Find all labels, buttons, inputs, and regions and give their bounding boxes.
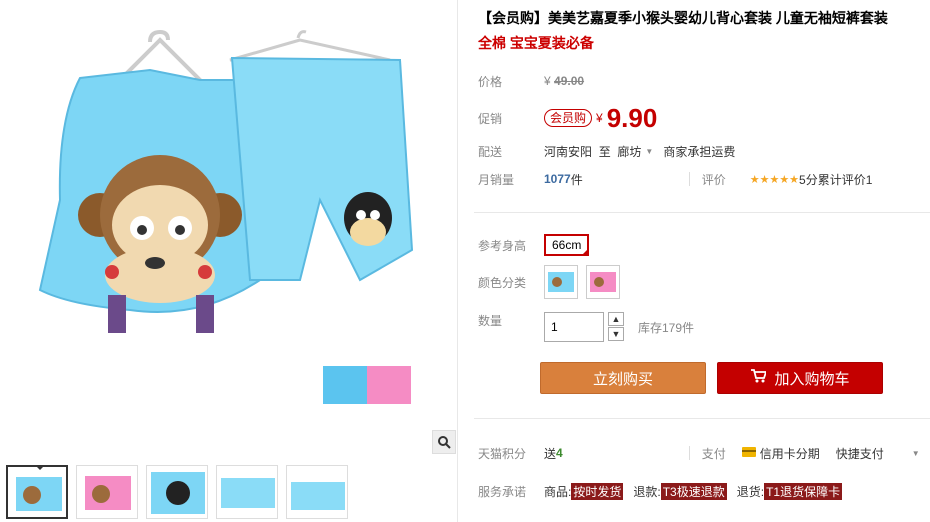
quick-pay[interactable]: 快捷支付: [836, 445, 884, 462]
review-label: 评价: [701, 172, 726, 187]
main-product-image[interactable]: [0, 0, 458, 458]
thumbnail-2[interactable]: [76, 465, 138, 519]
promo-row: 促销 会员购 ¥ 9.90: [478, 102, 658, 133]
product-title: 【会员购】美美艺嘉夏季小猴头婴幼儿背心套装 儿童无袖短裤套装: [478, 10, 888, 26]
service-row: 服务承诺 商品: 按时发货 退款: T3极速退款 退货: T1退货保障卡: [478, 480, 843, 502]
color-option-blue[interactable]: [544, 265, 578, 299]
service-return-label: 退货:: [736, 484, 765, 499]
sales-row: 月销量 1077 件 评价 ★★★★★ 5分 累计评价1: [478, 168, 872, 190]
thumbnail-3[interactable]: [146, 465, 208, 519]
points-send: 送: [544, 446, 557, 461]
color-row: 颜色分类: [478, 264, 628, 300]
cart-icon: [750, 369, 768, 387]
stock-text: 库存179件: [638, 320, 695, 335]
quantity-input[interactable]: [544, 312, 604, 342]
credit-installment[interactable]: 信用卡分期: [760, 445, 820, 462]
shipping-row: 配送 河南安阳 至 廊坊 ▼ 商家承担运费: [478, 140, 735, 162]
points-value: 4: [556, 446, 563, 460]
size-option-selected[interactable]: 66cm: [544, 234, 590, 256]
service-refund-label: 退款:: [633, 484, 661, 499]
sales-unit: 件: [570, 172, 583, 187]
shipping-label: 配送: [478, 144, 503, 159]
thumbnail-strip: [0, 462, 458, 522]
member-badge: 会员购: [544, 109, 593, 127]
points-row: 天猫积分 送 4 支付 信用卡分期 快捷支付 ▼: [478, 442, 920, 464]
promo-currency: ¥: [596, 111, 603, 125]
sales-count: 1077: [544, 172, 571, 186]
promo-price: 9.90: [606, 102, 658, 133]
quantity-down-button[interactable]: ▼: [608, 327, 624, 341]
dropdown-icon[interactable]: ▼: [645, 147, 653, 156]
original-price: 49.00: [554, 74, 585, 88]
color-option-pink[interactable]: [586, 265, 620, 299]
thumbnail-5[interactable]: [286, 465, 348, 519]
service-goods-tag[interactable]: 按时发货: [571, 482, 624, 500]
thumbnail-1[interactable]: [6, 465, 68, 519]
ship-to-select[interactable]: 廊坊: [617, 143, 641, 160]
sales-label: 月销量: [478, 172, 515, 187]
service-label: 服务承诺: [478, 484, 527, 499]
service-refund-tag[interactable]: T3极速退款: [660, 482, 727, 500]
divider: [474, 212, 930, 213]
add-to-cart-button[interactable]: 加入购物车: [717, 362, 883, 394]
price-row: 价格 ¥ 49.00: [478, 70, 584, 92]
price-label: 价格: [478, 74, 503, 89]
rating-value: 5分: [799, 172, 818, 187]
divider: [474, 418, 930, 419]
promo-label: 促销: [478, 111, 503, 126]
buy-now-label: 立刻购买: [592, 370, 653, 388]
pay-label: 支付: [701, 446, 726, 461]
product-subtitle: 全棉 宝宝夏装必备: [478, 35, 594, 51]
color-label: 颜色分类: [478, 275, 527, 290]
ship-from: 河南安阳: [544, 144, 593, 159]
quantity-stepper: ▲ ▼: [608, 312, 624, 342]
rating-stars: ★★★★★: [749, 173, 800, 186]
quantity-up-button[interactable]: ▲: [608, 312, 624, 326]
buy-now-button[interactable]: 立刻购买: [540, 362, 706, 394]
card-icon: [741, 446, 756, 460]
points-label: 天猫积分: [478, 446, 527, 461]
size-label: 参考身高: [478, 238, 527, 253]
shipping-note: 商家承担运费: [663, 144, 736, 159]
service-goods-label: 商品:: [544, 484, 572, 499]
review-count[interactable]: 累计评价1: [818, 171, 873, 188]
product-gallery: [0, 0, 458, 522]
zoom-icon[interactable]: [432, 430, 456, 454]
pay-dropdown-icon[interactable]: ▼: [912, 449, 920, 458]
add-to-cart-label: 加入购物车: [774, 370, 850, 388]
quantity-row: 数量 ▲ ▼ 库存179件: [478, 310, 694, 344]
product-details: 【会员购】美美艺嘉夏季小猴头婴幼儿背心套装 儿童无袖短裤套装 全棉 宝宝夏装必备…: [474, 0, 930, 522]
ship-to-word: 至: [598, 144, 611, 159]
thumbnail-4[interactable]: [216, 465, 278, 519]
service-return-tag[interactable]: T1退货保障卡: [764, 482, 843, 500]
quantity-label: 数量: [478, 314, 503, 328]
price-currency: ¥: [544, 74, 551, 88]
size-row: 参考身高 66cm: [478, 232, 590, 258]
